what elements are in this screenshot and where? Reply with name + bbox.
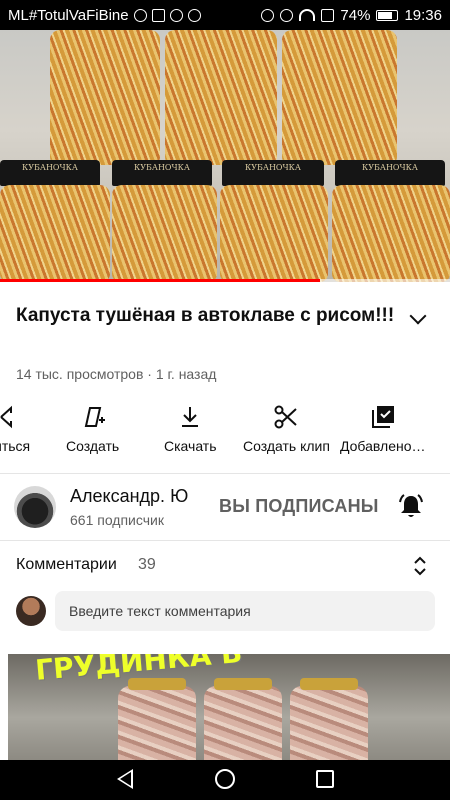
jar-lid-label: КУБАНОЧКА bbox=[134, 163, 190, 172]
next-video-thumbnail[interactable]: ГРУДИНКА В bbox=[8, 654, 450, 760]
video-player[interactable]: КУБАНОЧКА КУБАНОЧКА КУБАНОЧКА КУБАНОЧКА bbox=[0, 30, 450, 282]
jar-image bbox=[332, 185, 450, 282]
remix-icon bbox=[84, 407, 105, 427]
jar-image bbox=[165, 30, 277, 165]
divider bbox=[0, 473, 450, 474]
clip-button[interactable]: Создать клип bbox=[243, 398, 330, 468]
comments-count: 39 bbox=[138, 556, 156, 573]
signal-icon bbox=[321, 8, 335, 22]
expand-comments-icon[interactable] bbox=[412, 555, 428, 577]
jar-image bbox=[204, 678, 282, 760]
alarm-icon bbox=[280, 8, 294, 22]
jar-lid-label: КУБАНОЧКА bbox=[22, 163, 78, 172]
video-meta: 14 тыс. просмотров · 1 г. назад bbox=[16, 366, 217, 382]
drop-icon bbox=[187, 8, 201, 22]
scissors-icon bbox=[274, 405, 298, 429]
status-bar: ML#TotulVaFiBine 74% 19:36 bbox=[0, 0, 450, 30]
download-label: Скачать bbox=[164, 438, 217, 454]
subscribed-button[interactable]: ВЫ ПОДПИСАНЫ bbox=[219, 496, 379, 517]
jar-image bbox=[220, 185, 328, 282]
jar-lid: КУБАНОЧКА bbox=[222, 160, 324, 186]
video-title: Капуста тушёная в автоклаве с рисом!!! bbox=[16, 305, 395, 326]
notification-bell-icon[interactable] bbox=[398, 493, 424, 519]
jar-lid-label: КУБАНОЧКА bbox=[362, 163, 418, 172]
jar-lid-label: КУБАНОЧКА bbox=[245, 163, 301, 172]
home-icon[interactable] bbox=[215, 769, 235, 789]
download-button[interactable]: Скачать bbox=[164, 398, 217, 468]
comment-input[interactable] bbox=[55, 591, 435, 631]
comments-title[interactable]: Комментарии bbox=[16, 556, 117, 574]
share-icon bbox=[0, 405, 13, 429]
channel-name[interactable]: Александр. Ю bbox=[70, 486, 188, 507]
user-avatar bbox=[16, 596, 46, 626]
carrier-name: ML#TotulVaFiBine bbox=[8, 6, 129, 24]
channel-avatar[interactable] bbox=[14, 486, 56, 528]
jar-image bbox=[290, 678, 368, 760]
jar-lid: КУБАНОЧКА bbox=[335, 160, 445, 186]
phone-icon bbox=[169, 8, 183, 22]
share-label: иться bbox=[0, 438, 31, 454]
download-icon bbox=[182, 407, 199, 427]
video-progress-fill bbox=[0, 279, 320, 282]
jar-image bbox=[50, 30, 160, 165]
share-button[interactable]: иться bbox=[0, 398, 30, 468]
wifi-icon bbox=[299, 9, 316, 21]
back-icon[interactable] bbox=[117, 769, 133, 789]
jar-image bbox=[112, 185, 217, 282]
battery-percent: 74% bbox=[340, 6, 371, 24]
settings-icon bbox=[133, 8, 147, 22]
divider bbox=[0, 540, 450, 541]
tv-icon bbox=[151, 8, 165, 22]
video-title-row[interactable]: Капуста тушёная в автоклаве с рисом!!! bbox=[16, 302, 436, 329]
battery-icon bbox=[376, 9, 399, 21]
recents-icon[interactable] bbox=[316, 770, 334, 788]
nfc-icon bbox=[261, 8, 275, 22]
jar-image bbox=[0, 185, 110, 282]
remix-label: Создать bbox=[66, 438, 120, 454]
clock: 19:36 bbox=[404, 6, 442, 24]
save-playlist-label: Добавлено… bbox=[340, 438, 426, 454]
subscriber-count: 661 подписчик bbox=[70, 512, 164, 528]
jar-lid: КУБАНОЧКА bbox=[112, 160, 212, 186]
playlist-added-icon bbox=[371, 406, 394, 428]
remix-button[interactable]: Создать bbox=[66, 398, 119, 468]
jar-lid: КУБАНОЧКА bbox=[0, 160, 100, 186]
jar-image bbox=[118, 678, 196, 760]
jar-image bbox=[282, 30, 397, 165]
system-nav-bar bbox=[0, 760, 450, 800]
clip-label: Создать клип bbox=[243, 438, 330, 454]
save-playlist-button[interactable]: Добавлено… bbox=[340, 398, 426, 468]
action-bar: иться Создать Скачать Создать клип Добав… bbox=[0, 398, 450, 468]
video-progress-bar[interactable] bbox=[0, 279, 450, 282]
